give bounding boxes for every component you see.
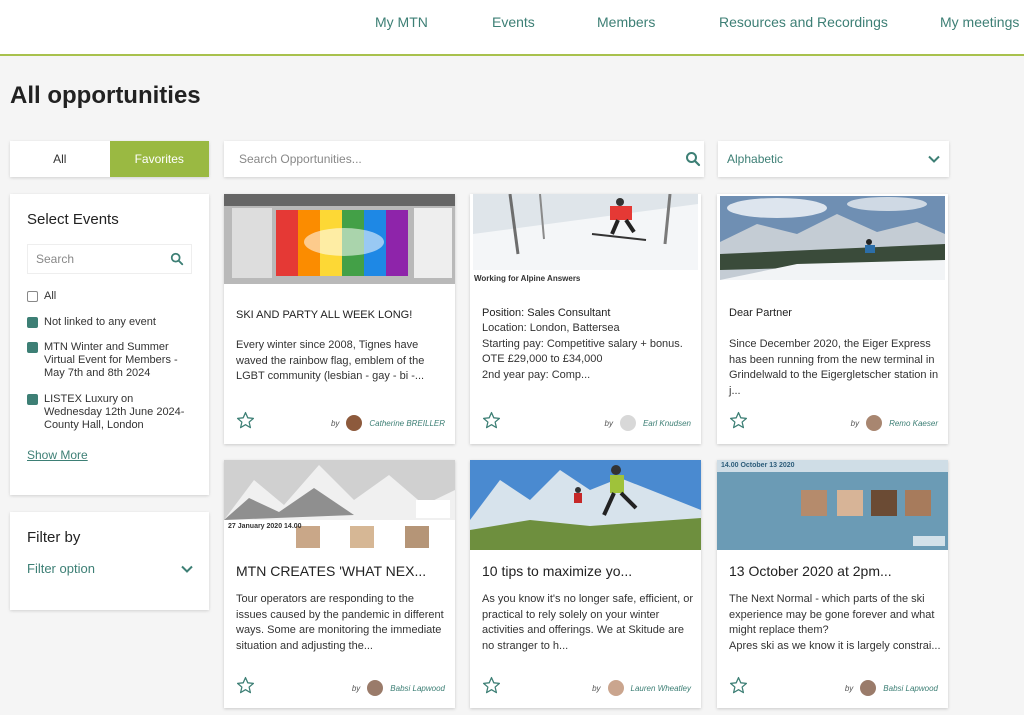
card-author: by Earl Knudsen bbox=[605, 415, 691, 431]
card-author: by Catherine BREILLER bbox=[331, 415, 445, 431]
card-title: 13 October 2020 at 2pm... bbox=[729, 563, 892, 579]
card-image-skier bbox=[470, 194, 701, 284]
card-title: 10 tips to maximize yo... bbox=[482, 563, 633, 579]
card-title: Dear Partner bbox=[729, 307, 792, 319]
avatar bbox=[367, 680, 384, 696]
select-events-title: Select Events bbox=[27, 211, 119, 228]
card-image-webinar-speakers bbox=[717, 460, 948, 550]
select-events-panel: Select Events All Not linked to any even… bbox=[10, 194, 209, 495]
avatar bbox=[860, 680, 877, 696]
opportunity-card[interactable]: 14.00 October 13 2020 13 October 2020 at… bbox=[717, 460, 948, 708]
card-author: by Remo Kaeser bbox=[851, 415, 938, 431]
all-favorites-toggle: All Favorites bbox=[10, 141, 209, 177]
search-icon[interactable] bbox=[685, 151, 701, 167]
card-image-caption: 27 January 2020 14.00 bbox=[228, 523, 302, 530]
checkbox-checked[interactable] bbox=[27, 342, 38, 353]
card-image-hikers bbox=[470, 460, 701, 550]
filter-by-panel: Filter by Filter option bbox=[10, 512, 209, 610]
filter-option-dropdown[interactable]: Filter option bbox=[27, 561, 193, 576]
sort-value: Alphabetic bbox=[727, 152, 784, 166]
avatar bbox=[346, 415, 363, 431]
card-image-webinar-banner bbox=[224, 460, 455, 550]
nav-events[interactable]: Events bbox=[492, 14, 535, 30]
avatar bbox=[619, 415, 636, 431]
checkbox-checked[interactable] bbox=[27, 317, 38, 328]
card-body: Tour operators are responding to the iss… bbox=[236, 593, 444, 652]
favorite-star-icon[interactable] bbox=[729, 676, 748, 695]
opportunity-card[interactable]: Dear Partner Since December 2020, the Ei… bbox=[717, 194, 948, 444]
card-body: Since December 2020, the Eiger Express h… bbox=[729, 338, 939, 397]
show-more-link[interactable]: Show More bbox=[27, 448, 88, 462]
checkbox-checked[interactable] bbox=[27, 394, 38, 405]
opportunity-search-input[interactable] bbox=[224, 141, 664, 177]
card-title: MTN CREATES 'WHAT NEX... bbox=[236, 563, 427, 579]
event-option-listex[interactable]: LISTEX Luxury on Wednesday 12th June 202… bbox=[27, 393, 194, 432]
page-title: All opportunities bbox=[10, 82, 201, 109]
filter-by-title: Filter by bbox=[27, 529, 81, 546]
nav-my-mtn[interactable]: My MTN bbox=[375, 14, 428, 30]
card-image-caption: Working for Alpine Answers bbox=[474, 274, 581, 283]
card-body: The Next Normal - which parts of the ski… bbox=[729, 593, 941, 652]
author-name[interactable]: Remo Kaeser bbox=[889, 419, 938, 428]
nav-my-meetings[interactable]: My meetings bbox=[940, 14, 1019, 30]
card-title: Position: Sales Consultant bbox=[482, 307, 611, 319]
favorite-star-icon[interactable] bbox=[729, 411, 748, 430]
card-author: by Lauren Wheatley bbox=[592, 680, 691, 696]
opportunity-card[interactable]: 10 tips to maximize yo... As you know it… bbox=[470, 460, 701, 708]
avatar bbox=[607, 680, 624, 696]
toggle-all[interactable]: All bbox=[10, 141, 110, 177]
opportunity-card[interactable]: Working for Alpine Answers Position: Sal… bbox=[470, 194, 701, 444]
toggle-favorites[interactable]: Favorites bbox=[109, 141, 209, 177]
favorite-star-icon[interactable] bbox=[482, 411, 501, 430]
author-name[interactable]: Babsi Lapwood bbox=[883, 684, 938, 693]
checkbox[interactable] bbox=[27, 291, 38, 302]
chevron-down-icon bbox=[928, 155, 940, 163]
event-search bbox=[27, 244, 192, 274]
author-name[interactable]: Lauren Wheatley bbox=[631, 684, 691, 693]
favorite-star-icon[interactable] bbox=[236, 411, 255, 430]
card-body: Location: London, Battersea Starting pay… bbox=[482, 322, 683, 381]
event-option-mtn-virtual[interactable]: MTN Winter and Summer Virtual Event for … bbox=[27, 341, 194, 380]
event-option-not-linked[interactable]: Not linked to any event bbox=[27, 316, 194, 329]
event-option-all[interactable]: All bbox=[27, 290, 194, 303]
event-search-input[interactable] bbox=[28, 245, 163, 273]
card-body: Every winter since 2008, Tignes have wav… bbox=[236, 339, 425, 382]
card-author: by Babsi Lapwood bbox=[845, 680, 938, 696]
nav-resources[interactable]: Resources and Recordings bbox=[719, 14, 888, 30]
avatar bbox=[866, 415, 883, 431]
card-title: SKI AND PARTY ALL WEEK LONG! bbox=[236, 309, 413, 321]
author-name[interactable]: Earl Knudsen bbox=[643, 419, 691, 428]
top-nav-bar: My MTN Events Members Resources and Reco… bbox=[0, 0, 1024, 56]
chevron-down-icon bbox=[181, 565, 193, 573]
author-name[interactable]: Catherine BREILLER bbox=[369, 419, 445, 428]
opportunity-card[interactable]: SKI AND PARTY ALL WEEK LONG! Every winte… bbox=[224, 194, 455, 444]
sort-dropdown[interactable]: Alphabetic bbox=[718, 141, 949, 177]
opportunity-card[interactable]: 27 January 2020 14.00 MTN CREATES 'WHAT … bbox=[224, 460, 455, 708]
card-author: by Babsi Lapwood bbox=[352, 680, 445, 696]
favorite-star-icon[interactable] bbox=[482, 676, 501, 695]
author-name[interactable]: Babsi Lapwood bbox=[390, 684, 445, 693]
search-icon[interactable] bbox=[170, 252, 184, 266]
opportunity-search bbox=[224, 141, 704, 177]
card-body: As you know it's no longer safe, efficie… bbox=[482, 593, 694, 652]
card-image-caption: 14.00 October 13 2020 bbox=[721, 462, 795, 469]
card-image-mountain bbox=[717, 194, 948, 284]
favorite-star-icon[interactable] bbox=[236, 676, 255, 695]
card-image-pride-poster bbox=[224, 194, 455, 284]
nav-members[interactable]: Members bbox=[597, 14, 655, 30]
